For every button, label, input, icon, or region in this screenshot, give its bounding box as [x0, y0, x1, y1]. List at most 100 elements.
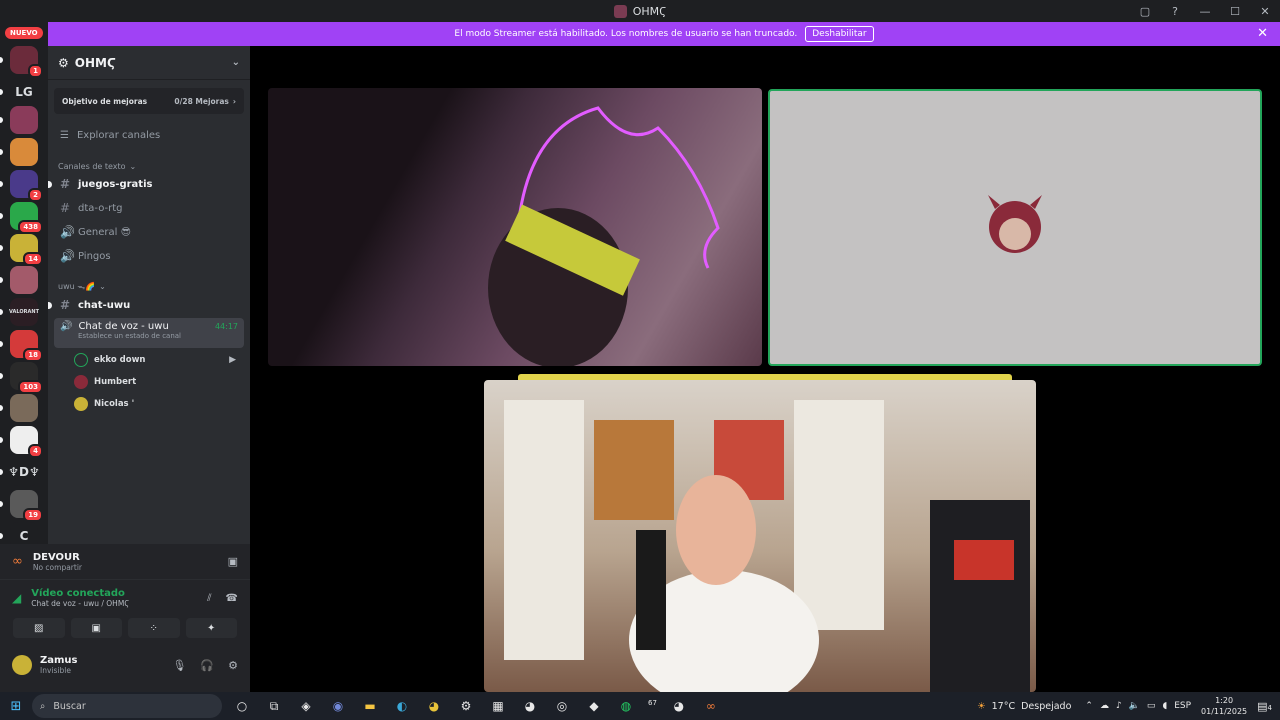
server-icon[interactable]: 1	[10, 46, 43, 78]
voice-user[interactable]: Nicolas '	[74, 394, 240, 414]
gear-icon[interactable]: ⚙	[228, 659, 238, 672]
weather[interactable]: ☀ 17°C Despejado	[977, 701, 1071, 712]
obs-icon[interactable]: ◎	[552, 699, 572, 714]
bottom-panel: ∞ DEVOUR No compartir ▣ ◢ Vídeo conectad…	[0, 544, 250, 692]
discord-icon[interactable]: ◉	[328, 699, 348, 714]
channel-general[interactable]: 🔊 General 😎	[54, 221, 244, 243]
server-icon[interactable]	[10, 266, 38, 294]
activity-row[interactable]: ∞ DEVOUR No compartir ▣	[0, 544, 250, 580]
microphone-icon[interactable]: 🎙	[172, 659, 186, 672]
maximize-button[interactable]: ☐	[1220, 5, 1250, 18]
guild-header[interactable]: ⚙ OHMϚ ⌄	[48, 46, 250, 80]
server-icon[interactable]	[10, 138, 38, 166]
category-uwu[interactable]: uwu ᯓ🌈 ⌄	[58, 281, 250, 292]
close-icon[interactable]: ✕	[1257, 26, 1268, 41]
video-tile-ekko[interactable]	[268, 88, 762, 366]
chrome-icon[interactable]: ◕	[424, 699, 444, 714]
volume-icon[interactable]: ◖	[1162, 701, 1167, 711]
boost-goal[interactable]: Objetivo de mejoras 0/28 Mejoras ›	[54, 88, 244, 114]
server-icon[interactable]: VALORANT	[9, 298, 39, 326]
voice-channel-name: Chat de voz - uwu	[78, 321, 169, 332]
share-screen-button[interactable]: ▣	[70, 618, 122, 638]
copilot-icon[interactable]: ◈	[296, 699, 316, 714]
hash-icon: #	[60, 201, 71, 215]
camera-off-button[interactable]: ▨	[13, 618, 65, 638]
chevron-up-icon[interactable]: ⌃	[1085, 701, 1093, 711]
voice-user[interactable]: Humbert	[74, 372, 240, 392]
user-name: Zamus	[40, 655, 78, 666]
weather-text: Despejado	[1021, 700, 1072, 712]
inbox-icon[interactable]: ▢	[1130, 5, 1160, 18]
volume-icon[interactable]: 🔈	[1129, 701, 1140, 711]
network-icon[interactable]: ▭	[1147, 701, 1156, 711]
settings-icon[interactable]: ⚙	[456, 699, 476, 714]
windows-start-icon[interactable]: ⊞	[0, 699, 32, 714]
voice-status-sub[interactable]: Chat de voz - uwu / OHMϚ	[31, 599, 129, 608]
avatar[interactable]	[12, 655, 32, 675]
channel-chat-uwu[interactable]: # chat-uwu	[48, 294, 244, 316]
unread-indicator	[0, 57, 3, 63]
stream-scene	[504, 400, 1030, 692]
language-indicator[interactable]: ESP	[1174, 701, 1191, 711]
close-button[interactable]: ✕	[1250, 5, 1280, 18]
unread-indicator	[0, 373, 3, 379]
game-icon[interactable]: ∞	[701, 699, 721, 714]
edge-icon[interactable]: ◐	[392, 699, 412, 714]
server-icon[interactable]: 438	[10, 202, 43, 234]
video-tile-nicolas[interactable]	[484, 380, 1036, 692]
soundboard-button[interactable]: ✦	[185, 618, 237, 638]
server-icon[interactable]: 19	[10, 490, 43, 522]
cloud-icon[interactable]: ☁	[1100, 701, 1109, 711]
unread-indicator	[0, 117, 3, 123]
noise-suppression-icon[interactable]: ⫽	[207, 593, 211, 604]
explore-channels[interactable]: ☰ Explorar canales	[54, 122, 244, 148]
screen-share-icon[interactable]: ▣	[228, 555, 238, 568]
file-explorer-icon[interactable]: ▬	[360, 699, 380, 714]
channel-pingos[interactable]: 🔊 Pingos	[54, 245, 244, 267]
voice-user[interactable]: ekko down ▶	[74, 350, 240, 370]
search-box[interactable]: ⌕ Buscar	[32, 694, 222, 718]
chrome-icon-2[interactable]: ◕	[669, 699, 689, 714]
system-tray: ⌃ ☁ ♪ 🔈 ▭ ◖ ESP	[1085, 701, 1191, 711]
headphones-icon[interactable]: 🎧	[200, 659, 214, 672]
voice-channel-active[interactable]: 🔊 Chat de voz - uwu 44:17 Establece un e…	[54, 318, 244, 348]
server-icon[interactable]	[10, 394, 38, 422]
disable-streamer-button[interactable]: Deshabilitar	[805, 26, 874, 42]
task-view-icon[interactable]: ○	[232, 699, 252, 714]
activities-button[interactable]: ⁘	[128, 618, 180, 638]
video-tile-humbert[interactable]	[768, 89, 1262, 366]
whatsapp-icon[interactable]: ◍	[616, 699, 636, 714]
category-text-channels[interactable]: Canales de texto ⌄	[58, 162, 250, 171]
server-icon[interactable]: 4	[10, 426, 43, 458]
chevron-right-icon: ›	[232, 96, 236, 106]
server-icon[interactable]: LG	[10, 78, 38, 106]
voice-timer: 44:17	[214, 322, 238, 331]
server-icon[interactable]: ♆D♆	[8, 458, 40, 486]
channel-status-prompt[interactable]: Establece un estado de canal	[78, 332, 238, 340]
server-icon[interactable]: 18	[10, 330, 43, 362]
server-icon[interactable]: 14	[10, 234, 43, 266]
channel-juegos-gratis[interactable]: # juegos-gratis	[48, 173, 244, 195]
unread-indicator	[0, 437, 3, 443]
server-icon[interactable]	[10, 106, 38, 134]
steam-icon[interactable]: ◆	[584, 699, 604, 714]
minimize-button[interactable]: —	[1190, 5, 1220, 18]
microphone-icon[interactable]: ♪	[1116, 701, 1122, 711]
unread-indicator	[0, 149, 3, 155]
weather-temp: 17°C	[991, 700, 1016, 712]
help-icon[interactable]: ?	[1160, 5, 1190, 18]
disconnect-icon[interactable]: ☎	[226, 593, 238, 604]
widgets-icon[interactable]: ⧉	[264, 699, 284, 714]
store-icon[interactable]: ▦	[488, 699, 508, 714]
notification-count: 4	[1267, 703, 1272, 712]
server-icon-fill	[10, 266, 38, 294]
new-badge[interactable]: NUEVO	[5, 27, 43, 39]
channel-dta-o-rtg[interactable]: # dta-o-rtg	[54, 197, 244, 219]
server-icon[interactable]: 103	[10, 362, 43, 394]
chrome-profile-icon[interactable]: ◕	[520, 699, 540, 714]
window-title: OHMϚ	[613, 4, 666, 18]
server-icon[interactable]: 2	[10, 170, 43, 202]
clock[interactable]: 1:20 01/11/2025	[1201, 695, 1247, 717]
banner-text: El modo Streamer está habilitado. Los no…	[454, 29, 798, 39]
notification-icon[interactable]: ▤4	[1257, 700, 1272, 713]
